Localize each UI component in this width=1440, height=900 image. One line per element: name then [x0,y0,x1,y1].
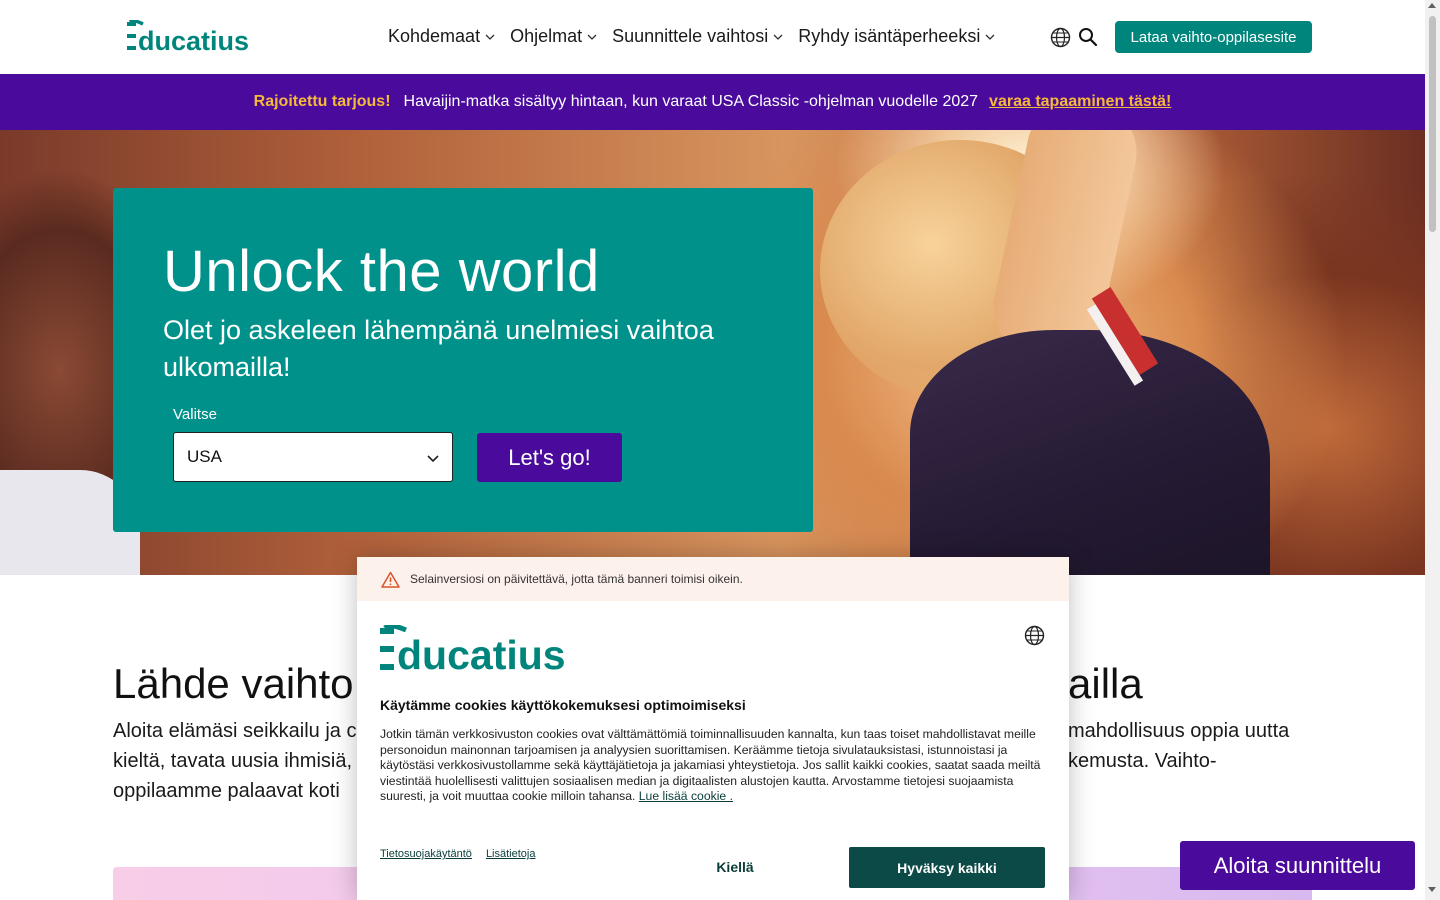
educatius-logo-mark: ducatius [380,623,566,678]
educatius-logo-mark: ducatius [127,19,249,56]
search-icon [1079,28,1098,47]
promo-link[interactable]: varaa tapaaminen tästä! [989,93,1171,111]
lets-go-button[interactable]: Let's go! [477,433,622,482]
intro-line2-left: kieltä, tavata uusia ihmisiä, [113,750,353,772]
nav-label: Ryhdy isäntäperheeksi [798,26,981,46]
intro-line1-left: Aloita elämäsi seikkailu ja c [113,720,357,742]
page-scrollbar-thumb[interactable] [1429,16,1436,232]
chevron-down-icon [773,34,783,40]
globe-icon [1050,27,1071,48]
chevron-down-icon [985,34,995,40]
download-brochure-button[interactable]: Lataa vaihto-oppilasesite [1115,21,1312,53]
chevron-down-icon [427,455,439,463]
hero-subtitle: Olet jo askeleen lähempänä unelmiesi vai… [163,315,714,382]
main-nav: Kohdemaat Ohjelmat Suunnittele vaihtosi … [388,26,1010,47]
country-select-label: Valitse [173,406,217,423]
nav-label: Ohjelmat [510,26,583,46]
browser-warning-text: Selainversiosi on päivitettävä, jotta tä… [410,572,743,586]
privacy-policy-link[interactable]: Tietosuojakäytäntö [380,848,472,860]
cookie-title: Käytämme cookies käyttökokemuksesi optim… [380,697,746,713]
warning-icon [381,571,400,588]
nav-kohdemaat[interactable]: Kohdemaat [388,26,496,47]
scroll-up-arrow-icon[interactable] [1428,3,1436,8]
nav-ohjelmat[interactable]: Ohjelmat [510,26,598,47]
hero-title: Unlock the world [163,239,600,304]
language-globe-icon[interactable] [1050,27,1071,48]
scroll-down-arrow-icon[interactable] [1428,887,1436,892]
intro-title-left: Lähde vaihto [113,660,354,707]
intro-line2-right: kemusta. Vaihto- [1068,750,1217,772]
nav-isantaperhe[interactable]: Ryhdy isäntäperheeksi [798,26,996,47]
hero-photo-shirt [910,330,1270,575]
hero-section: Unlock the world Olet jo askeleen lähemp… [0,130,1425,575]
search-button[interactable] [1078,27,1098,47]
start-planning-button[interactable]: Aloita suunnittelu [1180,841,1415,890]
nav-label: Suunnittele vaihtosi [612,26,769,46]
hero-card: Unlock the world Olet jo askeleen lähemp… [113,188,813,532]
nav-suunnittele[interactable]: Suunnittele vaihtosi [612,26,784,47]
chevron-down-icon [587,34,597,40]
promo-text: Havaijin-matka sisältyy hintaan, kun var… [403,93,979,110]
intro-line1-right: mahdollisuus oppia uutta [1068,720,1290,742]
cookie-consent-dialog: Selainversiosi on päivitettävä, jotta tä… [357,557,1069,900]
chevron-down-icon [485,34,495,40]
svg-text:ducatius: ducatius [397,632,566,675]
accept-all-cookies-button[interactable]: Hyväksy kaikki [849,847,1045,888]
country-select-value: USA [187,447,222,466]
site-header: ducatius Kohdemaat Ohjelmat Suunnittele … [0,0,1425,74]
educatius-logo[interactable]: ducatius [127,19,273,56]
globe-icon [1024,625,1045,646]
country-select[interactable]: USA [173,432,453,482]
cookie-read-more-link[interactable]: Lue lisää cookie . [639,789,733,803]
cookie-body: Jotkin tämän verkkosivuston cookies ovat… [380,727,1048,805]
browser-warning-bar: Selainversiosi on päivitettävä, jotta tä… [357,557,1069,601]
svg-text:ducatius: ducatius [138,26,249,56]
cookie-language-button[interactable] [1024,625,1045,646]
cookie-footer-links: Tietosuojakäytäntö Lisätietoja [380,848,535,860]
promo-strong: Rajoitettu tarjous! [253,93,391,110]
intro-title-right: ailla [1068,660,1143,707]
promo-banner: Rajoitettu tarjous! Havaijin-matka sisäl… [0,74,1425,130]
cookie-educatius-logo: ducatius [380,623,602,678]
nav-label: Kohdemaat [388,26,481,46]
intro-line3-left: oppilaamme palaavat koti [113,780,340,802]
cookie-details-link[interactable]: Lisätietoja [486,848,536,860]
deny-cookies-button[interactable]: Kiellä [659,847,811,887]
